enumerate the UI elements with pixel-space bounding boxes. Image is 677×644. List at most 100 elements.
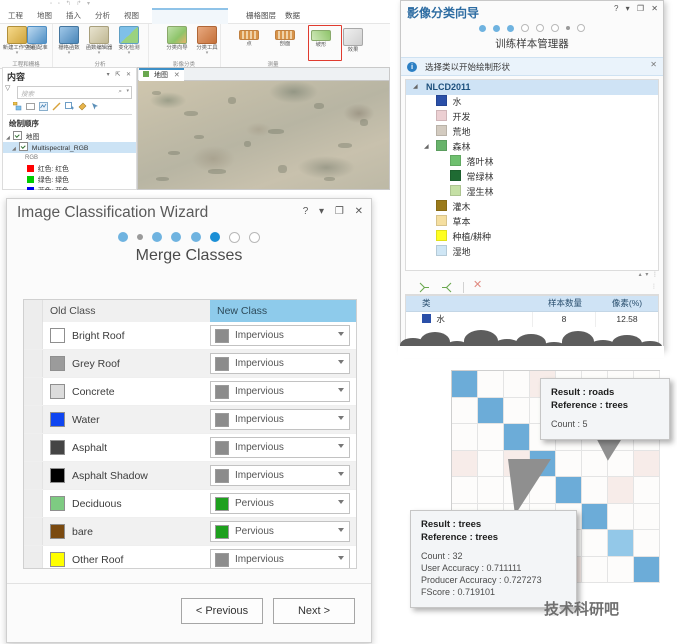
tsm-tree-item-shrub[interactable]: 灌木	[406, 200, 658, 215]
expander-icon[interactable]: ◢	[413, 80, 418, 95]
chevron-down-icon[interactable]: ▾	[319, 206, 324, 217]
step-dot[interactable]	[577, 24, 586, 33]
tsm-tree-item-herbaceous[interactable]: 草本	[406, 215, 658, 230]
row-gutter[interactable]	[24, 350, 43, 377]
step-dot[interactable]	[566, 26, 571, 31]
close-icon[interactable]: ✕	[355, 206, 363, 217]
tsm-sample-toolbar[interactable]: ✕ ⋮	[405, 279, 659, 295]
table-row[interactable]: Asphalt Shadow Impervious	[24, 462, 356, 490]
row-gutter[interactable]	[24, 546, 43, 568]
tsm-class-tree[interactable]: ◢ NLCD2011 水 开发 荒地 ◢ 森林 落叶林 常绿林 湿生林 灌木 草…	[405, 79, 659, 271]
quick-access-toolbar[interactable]: ▫ ▫ ↰ ↱ ▾	[0, 0, 390, 8]
cell-new-class[interactable]: Impervious	[210, 325, 356, 346]
chevron-down-icon[interactable]	[338, 528, 344, 532]
matrix-cell[interactable]	[634, 503, 660, 530]
tsm-tree-item-water[interactable]: 水	[406, 95, 658, 110]
table-row[interactable]: Water Impervious	[24, 406, 356, 434]
matrix-cell[interactable]	[504, 371, 530, 398]
step-dot[interactable]	[492, 24, 500, 32]
ribbon-button-raster-function[interactable]: 栅格函数 ▾	[54, 26, 84, 56]
column-header-pixels[interactable]: 像素(%)	[596, 296, 658, 311]
new-class-dropdown[interactable]: Pervious	[210, 493, 350, 514]
list-by-selection-icon[interactable]	[91, 102, 100, 111]
cell-new-class[interactable]: Impervious	[210, 409, 356, 430]
ribbon-button-georeference[interactable]: 地图配准	[22, 26, 52, 51]
cell-new-class[interactable]: Impervious	[210, 437, 356, 458]
panel-splitter[interactable]: ▴ ▾ ⋮	[405, 271, 659, 278]
chevron-down-icon[interactable]	[338, 472, 344, 476]
tsm-window-controls[interactable]: ? ▾ ❐ ✕	[609, 4, 658, 13]
cell-new-class[interactable]: Impervious	[210, 549, 356, 568]
next-button[interactable]: Next >	[273, 598, 355, 624]
row-gutter[interactable]	[24, 434, 43, 461]
chevron-down-icon[interactable]	[338, 360, 344, 364]
chevron-down-icon[interactable]: ▾	[2, 51, 32, 56]
table-row[interactable]: Grey Roof Impervious	[24, 350, 356, 378]
column-header-class[interactable]: 类	[418, 296, 534, 311]
list-by-source-icon[interactable]	[26, 102, 35, 111]
close-icon[interactable]: ✕	[174, 72, 180, 79]
help-icon[interactable]: ?	[303, 206, 309, 217]
matrix-cell[interactable]	[582, 556, 608, 583]
table-row[interactable]: bare Pervious	[24, 518, 356, 546]
ribbon-tab-bar[interactable]: 工程 地图 插入 分析 视图 编辑 影像 共享 栅格图层 数据	[0, 8, 390, 25]
list-by-drawing-order-icon[interactable]	[12, 101, 22, 111]
layer-checkbox[interactable]	[12, 131, 22, 140]
tsm-tree-item-mixed-forest[interactable]: 湿生林	[406, 185, 658, 200]
matrix-cell[interactable]	[478, 371, 504, 398]
chevron-down-icon[interactable]: ▾	[192, 51, 222, 56]
matrix-cell[interactable]	[452, 424, 478, 451]
matrix-cell[interactable]	[634, 477, 660, 504]
map-tab-bar[interactable]: 地图 ✕	[138, 68, 389, 82]
new-class-dropdown[interactable]: Impervious	[210, 437, 350, 458]
step-dot[interactable]	[551, 24, 560, 33]
contents-tree-item-map[interactable]: ◢ 地图	[3, 131, 136, 142]
column-header-count[interactable]: 样本数量	[534, 296, 596, 311]
matrix-cell[interactable]	[478, 450, 504, 477]
table-row[interactable]: Other Roof Impervious	[24, 546, 356, 568]
close-icon[interactable]: ✕	[650, 60, 657, 69]
step-dot[interactable]	[152, 232, 163, 243]
matrix-cell[interactable]	[634, 530, 660, 557]
list-by-visibility-icon[interactable]	[39, 102, 48, 111]
chevron-down-icon[interactable]	[338, 556, 344, 560]
split-icon[interactable]	[441, 282, 452, 293]
matrix-cell[interactable]	[634, 556, 660, 583]
step-dot[interactable]	[520, 24, 529, 33]
map-view-tab[interactable]: 地图 ✕	[139, 68, 184, 82]
new-class-dropdown[interactable]: Impervious	[210, 381, 350, 402]
step-dot[interactable]	[248, 231, 260, 243]
contents-toolbar[interactable]	[7, 101, 132, 115]
new-class-dropdown[interactable]: Impervious	[210, 465, 350, 486]
row-gutter[interactable]	[24, 406, 43, 433]
matrix-cell[interactable]	[582, 530, 608, 557]
overflow-icon[interactable]: ⋮	[651, 283, 657, 294]
matrix-cell[interactable]	[608, 503, 634, 530]
step-dot[interactable]	[171, 232, 182, 243]
chevron-down-icon[interactable]: ▾	[54, 51, 84, 56]
ribbon-button-point-measure[interactable]: 点	[234, 30, 264, 47]
maximize-icon[interactable]: ❐	[637, 4, 644, 13]
table-row[interactable]: Asphalt Impervious	[24, 434, 356, 462]
matrix-cell[interactable]	[608, 530, 634, 557]
ribbon-tab-analysis[interactable]: 分析	[95, 10, 110, 21]
matrix-cell[interactable]	[478, 477, 504, 504]
chevron-down-icon[interactable]: ▾	[84, 51, 114, 56]
ribbon-button-classification-wizard[interactable]: 分类向导	[162, 26, 192, 51]
matrix-cell[interactable]	[452, 397, 478, 424]
tsm-tree-item-developed[interactable]: 开发	[406, 110, 658, 125]
matrix-cell[interactable]	[452, 450, 478, 477]
matrix-cell[interactable]	[504, 424, 530, 451]
matrix-cell[interactable]	[478, 424, 504, 451]
matrix-cell[interactable]	[608, 556, 634, 583]
cell-new-class[interactable]: Pervious	[210, 521, 356, 542]
step-dot[interactable]	[118, 232, 129, 243]
merge-classes-table[interactable]: Old Class New Class Bright Roof Impervio…	[23, 299, 357, 569]
cell-new-class[interactable]: Impervious	[210, 381, 356, 402]
table-row[interactable]: Deciduous Pervious	[24, 490, 356, 518]
column-header-old-class[interactable]: Old Class	[43, 300, 210, 322]
row-gutter[interactable]	[24, 322, 43, 349]
ribbon-tab-view[interactable]: 视图	[124, 10, 139, 21]
filter-icon[interactable]: ▽	[5, 84, 10, 92]
chevron-down-icon[interactable]	[338, 500, 344, 504]
